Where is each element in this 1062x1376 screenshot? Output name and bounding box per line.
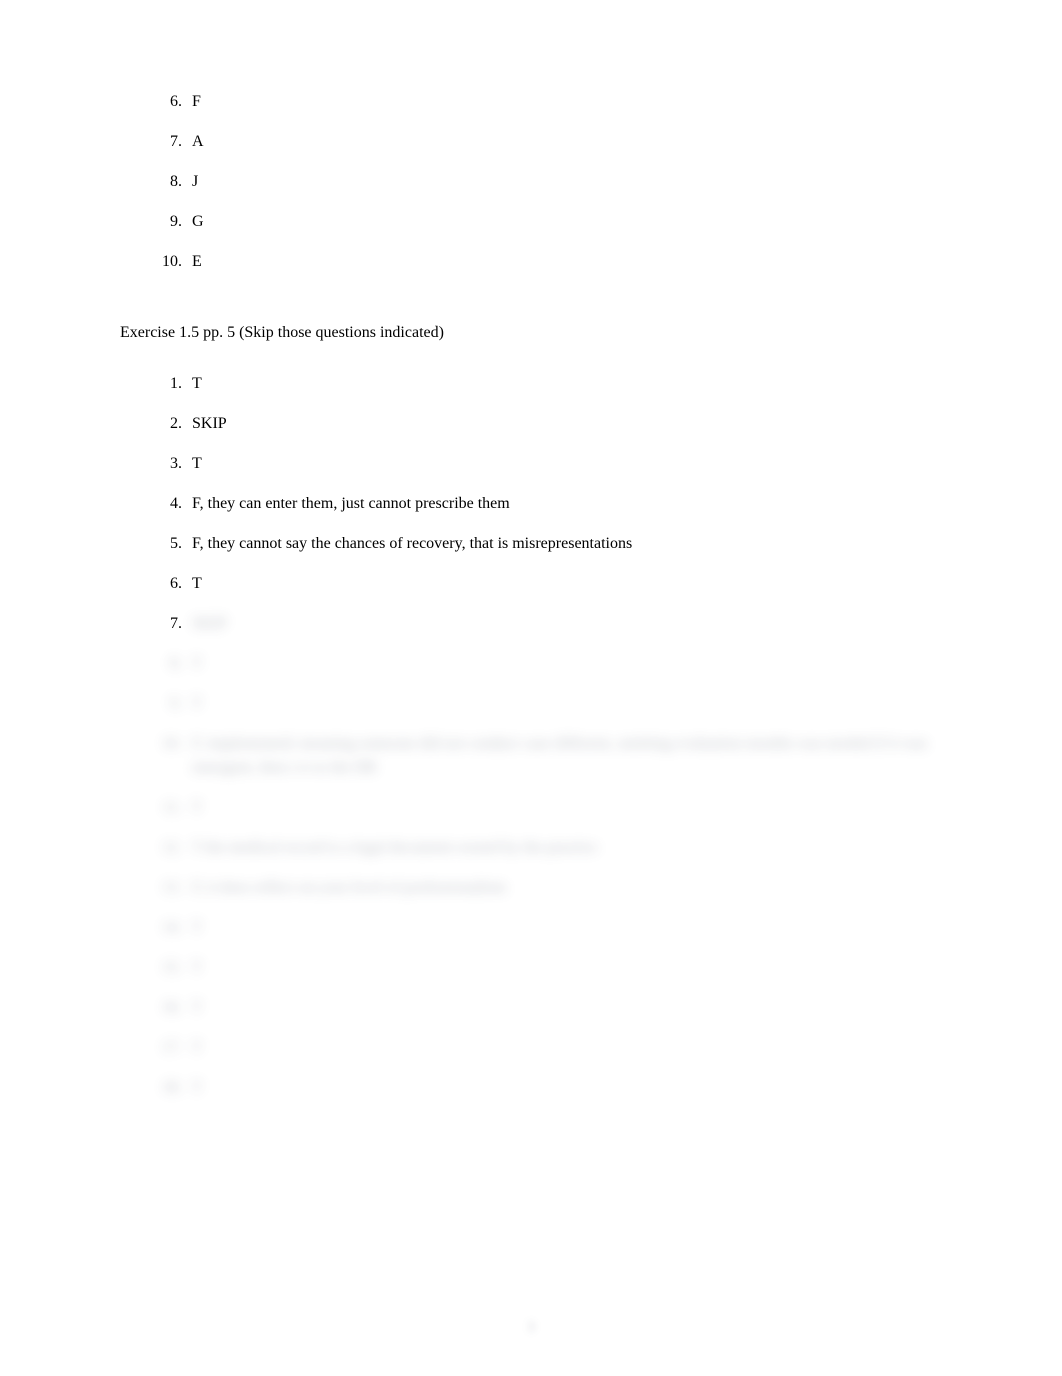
item-number: 18.	[154, 1076, 182, 1100]
list-item: 3. T	[154, 452, 942, 476]
list-item: 8. J	[154, 170, 942, 194]
item-number: 14.	[154, 916, 182, 940]
list-item: 9. T	[154, 692, 942, 716]
item-number: 12.	[154, 836, 182, 860]
list-item: 13. F, it does reflect on your level of …	[154, 876, 942, 900]
item-text: T	[192, 916, 942, 940]
list-item: 2. SKIP	[154, 412, 942, 436]
item-text: SKIP	[192, 612, 942, 636]
list-item: 12. T the medical record is a legal docu…	[154, 836, 942, 860]
page-number: 3	[0, 1320, 1062, 1336]
item-text: T	[192, 692, 942, 716]
section-heading: Exercise 1.5 pp. 5 (Skip those questions…	[120, 324, 942, 342]
exercise-list: 1. T 2. SKIP 3. T 4. F, they can enter t…	[120, 372, 942, 1100]
item-number: 7.	[154, 612, 182, 636]
list-item: 1. T	[154, 372, 942, 396]
item-number: 8.	[154, 652, 182, 676]
list-item: 5. F, they cannot say the chances of rec…	[154, 532, 942, 556]
item-number: 9.	[154, 210, 182, 234]
item-text: F, implemented; meaning someone did not …	[192, 732, 942, 780]
item-number: 11.	[154, 796, 182, 820]
item-text: A	[192, 130, 942, 154]
item-text: T	[192, 372, 942, 396]
list-item: 15. T	[154, 956, 942, 980]
item-number: 8.	[154, 170, 182, 194]
item-text: J	[192, 170, 942, 194]
list-item: 6. T	[154, 572, 942, 596]
list-item: 6. F	[154, 90, 942, 114]
list-item: 4. F, they can enter them, just cannot p…	[154, 492, 942, 516]
item-text: T the medical record is a legal document…	[192, 836, 942, 860]
item-number: 4.	[154, 492, 182, 516]
item-text: T	[192, 652, 942, 676]
item-text: F, they cannot say the chances of recove…	[192, 532, 942, 556]
item-number: 10.	[154, 732, 182, 756]
item-number: 17.	[154, 1036, 182, 1060]
item-text: T	[192, 796, 942, 820]
item-number: 16.	[154, 996, 182, 1020]
item-number: 7.	[154, 130, 182, 154]
top-answer-list: 6. F 7. A 8. J 9. G 10. E	[120, 90, 942, 274]
list-item: 9. G	[154, 210, 942, 234]
item-number: 15.	[154, 956, 182, 980]
item-number: 10.	[154, 250, 182, 274]
list-item: 7. A	[154, 130, 942, 154]
item-number: 1.	[154, 372, 182, 396]
list-item: 16. T	[154, 996, 942, 1020]
list-item: 7. SKIP	[154, 612, 942, 636]
item-text: E	[192, 250, 942, 274]
item-text: T	[192, 1036, 942, 1060]
item-text: F	[192, 90, 942, 114]
item-number: 9.	[154, 692, 182, 716]
list-item: 18. T	[154, 1076, 942, 1100]
list-item: 10. F, implemented; meaning someone did …	[154, 732, 942, 780]
item-text: G	[192, 210, 942, 234]
item-number: 6.	[154, 572, 182, 596]
item-number: 13.	[154, 876, 182, 900]
list-item: 11. T	[154, 796, 942, 820]
list-item: 8. T	[154, 652, 942, 676]
item-text: T	[192, 452, 942, 476]
item-text: F, they can enter them, just cannot pres…	[192, 492, 942, 516]
item-number: 6.	[154, 90, 182, 114]
item-number: 3.	[154, 452, 182, 476]
item-text: SKIP	[192, 412, 942, 436]
item-text: T	[192, 1076, 942, 1100]
item-number: 5.	[154, 532, 182, 556]
item-text: T	[192, 996, 942, 1020]
list-item: 17. T	[154, 1036, 942, 1060]
item-number: 2.	[154, 412, 182, 436]
list-item: 14. T	[154, 916, 942, 940]
item-text: T	[192, 572, 942, 596]
item-text: F, it does reflect on your level of prof…	[192, 876, 942, 900]
item-text: T	[192, 956, 942, 980]
list-item: 10. E	[154, 250, 942, 274]
